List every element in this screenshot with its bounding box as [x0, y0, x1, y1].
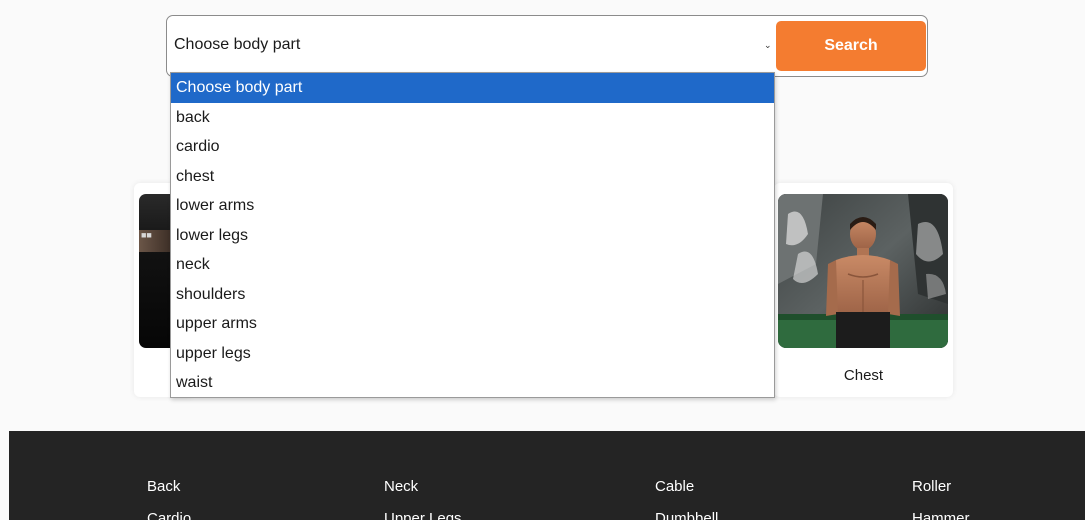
dropdown-option[interactable]: shoulders: [171, 280, 774, 310]
footer-link[interactable]: Back: [147, 478, 180, 495]
footer-link[interactable]: Upper Legs: [384, 510, 462, 520]
dropdown-option[interactable]: back: [171, 103, 774, 133]
dropdown-option[interactable]: Choose body part: [171, 73, 774, 103]
search-button[interactable]: Search: [776, 21, 926, 71]
card-image-chest: [778, 194, 948, 348]
select-current-value: Choose body part: [174, 36, 301, 53]
body-part-dropdown-list[interactable]: Choose body part back cardio chest lower arm…: [170, 72, 775, 398]
dropdown-option[interactable]: lower arms: [171, 191, 774, 221]
dropdown-option[interactable]: chest: [171, 162, 774, 192]
body-part-select[interactable]: Choose body part ⌄: [167, 16, 777, 76]
dropdown-option[interactable]: neck: [171, 250, 774, 280]
footer-link[interactable]: Cardio: [147, 510, 191, 520]
page: Choose body part ⌄ Search ■■ Chest Choos…: [0, 0, 1085, 520]
body-part-card-chest[interactable]: Chest: [774, 183, 953, 397]
dropdown-option[interactable]: lower legs: [171, 221, 774, 251]
footer: Back Cardio Neck Upper Legs Cable Dumbbell Rol…: [9, 431, 1085, 520]
footer-link[interactable]: Neck: [384, 478, 418, 495]
footer-link[interactable]: Cable: [655, 478, 694, 495]
footer-link[interactable]: Roller: [912, 478, 951, 495]
dropdown-option[interactable]: upper arms: [171, 309, 774, 339]
search-bar: Choose body part ⌄ Search: [166, 15, 928, 77]
dropdown-option[interactable]: upper legs: [171, 339, 774, 369]
footer-link[interactable]: Dumbbell: [655, 510, 718, 520]
card-label-chest: Chest: [843, 367, 884, 384]
dropdown-option[interactable]: cardio: [171, 132, 774, 162]
dropdown-option[interactable]: waist: [171, 368, 774, 398]
footer-link[interactable]: Hammer: [912, 510, 970, 520]
chevron-down-icon[interactable]: ⌄: [764, 40, 772, 51]
